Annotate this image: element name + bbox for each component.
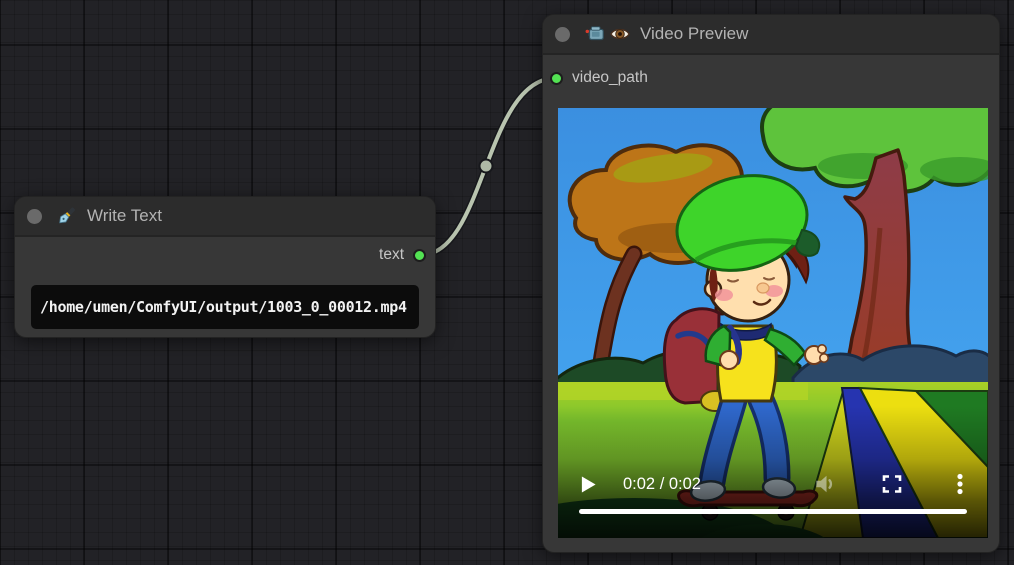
pen-nib-icon: [56, 205, 78, 227]
time-display: 0:02 / 0:02: [623, 475, 701, 494]
node-canvas[interactable]: Write Text text /home/umen/ComfyUI/outpu…: [0, 0, 1014, 565]
link-midpoint-dot[interactable]: [480, 160, 493, 173]
progress-bar[interactable]: [579, 509, 967, 515]
output-slot-label: text: [379, 246, 404, 264]
write-text-header[interactable]: Write Text: [15, 197, 435, 237]
output-slot-text[interactable]: [413, 249, 426, 262]
link-wire[interactable]: [421, 78, 556, 255]
node-write-text[interactable]: Write Text text /home/umen/ComfyUI/outpu…: [14, 196, 436, 338]
play-button[interactable]: [580, 475, 597, 494]
collapse-dot[interactable]: [27, 209, 42, 224]
video-preview-player[interactable]: 0:02 / 0:02: [558, 108, 988, 538]
link-wire-outline: [421, 78, 556, 255]
node-video-preview[interactable]: Video Preview video_path: [542, 14, 1000, 553]
fullscreen-icon[interactable]: [880, 472, 904, 496]
text-widget[interactable]: /home/umen/ComfyUI/output/1003_0_00012.m…: [31, 285, 419, 329]
video-controls-bar: 0:02 / 0:02: [580, 470, 972, 498]
input-slot-video-path[interactable]: [550, 72, 563, 85]
eye-icon: [609, 23, 631, 45]
more-options-icon[interactable]: [948, 472, 972, 496]
volume-icon[interactable]: [812, 471, 838, 497]
video-preview-header[interactable]: Video Preview: [543, 15, 999, 55]
node-title: Write Text: [87, 206, 162, 226]
collapse-dot[interactable]: [555, 27, 570, 42]
video-camera-icon: [584, 23, 606, 45]
text-widget-value: /home/umen/ComfyUI/output/1003_0_00012.m…: [40, 298, 407, 316]
node-title: Video Preview: [640, 24, 748, 44]
input-slot-label: video_path: [572, 69, 648, 87]
